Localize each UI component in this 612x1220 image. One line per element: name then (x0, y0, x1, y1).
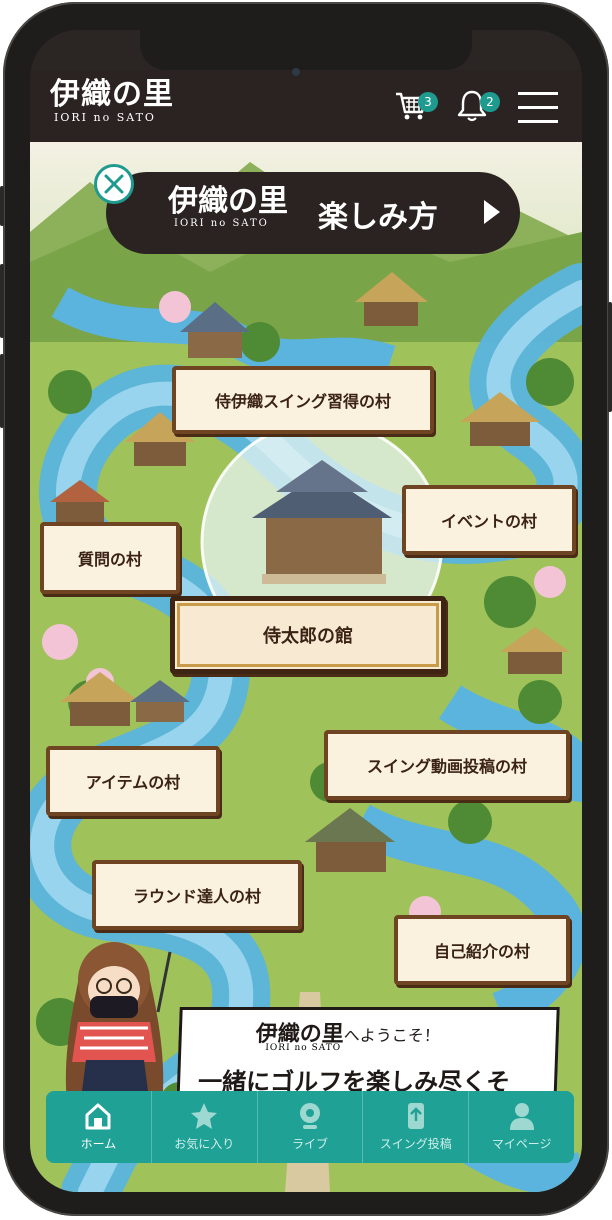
cart-button[interactable]: 3 (394, 88, 438, 126)
upload-phone-icon (407, 1103, 424, 1129)
village-samurai-swing[interactable]: 侍伊織スイング習得の村 (172, 366, 434, 434)
tab-mypage-label: マイページ (491, 1137, 552, 1151)
menu-button[interactable] (518, 90, 558, 128)
star-icon (191, 1103, 218, 1129)
tab-favorites[interactable]: お気に入り (150, 1091, 257, 1163)
tab-live-label: ライブ (291, 1137, 328, 1151)
village-item[interactable]: アイテムの村 (46, 746, 220, 816)
bell-badge: 2 (480, 92, 500, 112)
tab-swing-post[interactable]: スイング投稿 (362, 1091, 468, 1163)
volume-up-button (0, 264, 4, 338)
tab-favorites-label: お気に入り (174, 1137, 235, 1151)
notification-button[interactable]: 2 (456, 88, 500, 126)
tab-swing-post-label: スイング投稿 (379, 1137, 452, 1151)
play-arrow-icon (484, 200, 500, 224)
front-camera (292, 68, 300, 76)
howto-logo: 伊織の里 IORI no SATO (168, 184, 288, 230)
welcome-suffix: へようこそ！ (343, 1026, 441, 1045)
webcam-icon (299, 1103, 320, 1129)
main-hall-sign[interactable]: 侍太郎の館 (170, 596, 446, 674)
close-banner-button[interactable] (94, 164, 134, 204)
welcome-logo-en: IORI no SATO (265, 1043, 342, 1053)
hamburger-icon (518, 92, 558, 123)
mute-switch (0, 186, 4, 226)
app-logo[interactable]: 伊織の里 IORI no SATO (50, 77, 174, 125)
logo-en-text: IORI no SATO (54, 111, 156, 124)
user-icon (509, 1103, 534, 1130)
howto-logo-jp: 伊織の里 (168, 184, 288, 219)
village-round-master[interactable]: ラウンド達人の村 (92, 860, 302, 930)
howto-banner[interactable]: 伊織の里 IORI no SATO 楽しみ方 (106, 172, 520, 254)
app-header: 伊織の里 IORI no SATO 3 2 (30, 70, 582, 142)
village-map: 侍伊織スイング習得の村 イベントの村 質問の村 侍太郎の館 アイテムの村 スイン… (30, 142, 582, 1192)
howto-logo-en: IORI no SATO (174, 218, 269, 229)
close-icon (104, 174, 124, 194)
notch (140, 30, 472, 70)
tab-home-label: ホーム (80, 1137, 117, 1151)
power-button (608, 302, 612, 412)
village-question[interactable]: 質問の村 (40, 522, 180, 594)
village-swing-video[interactable]: スイング動画投稿の村 (324, 730, 570, 800)
tab-home[interactable]: ホーム (46, 1091, 151, 1163)
logo-jp-text: 伊織の里 (50, 77, 174, 112)
tab-mypage[interactable]: マイページ (468, 1091, 574, 1163)
village-self-intro[interactable]: 自己紹介の村 (394, 915, 570, 985)
volume-down-button (0, 354, 4, 428)
bottom-tab-bar: ホーム お気に入り ライブ スイング投稿 マイページ (46, 1091, 574, 1163)
phone-screen: 伊織の里 IORI no SATO 3 2 侍伊織スイング習得の村 イベントの村… (30, 30, 582, 1192)
tab-live[interactable]: ライブ (256, 1091, 363, 1163)
home-icon (85, 1103, 111, 1130)
village-event[interactable]: イベントの村 (402, 485, 576, 555)
cart-badge: 3 (418, 92, 438, 112)
howto-title: 楽しみ方 (318, 200, 438, 235)
